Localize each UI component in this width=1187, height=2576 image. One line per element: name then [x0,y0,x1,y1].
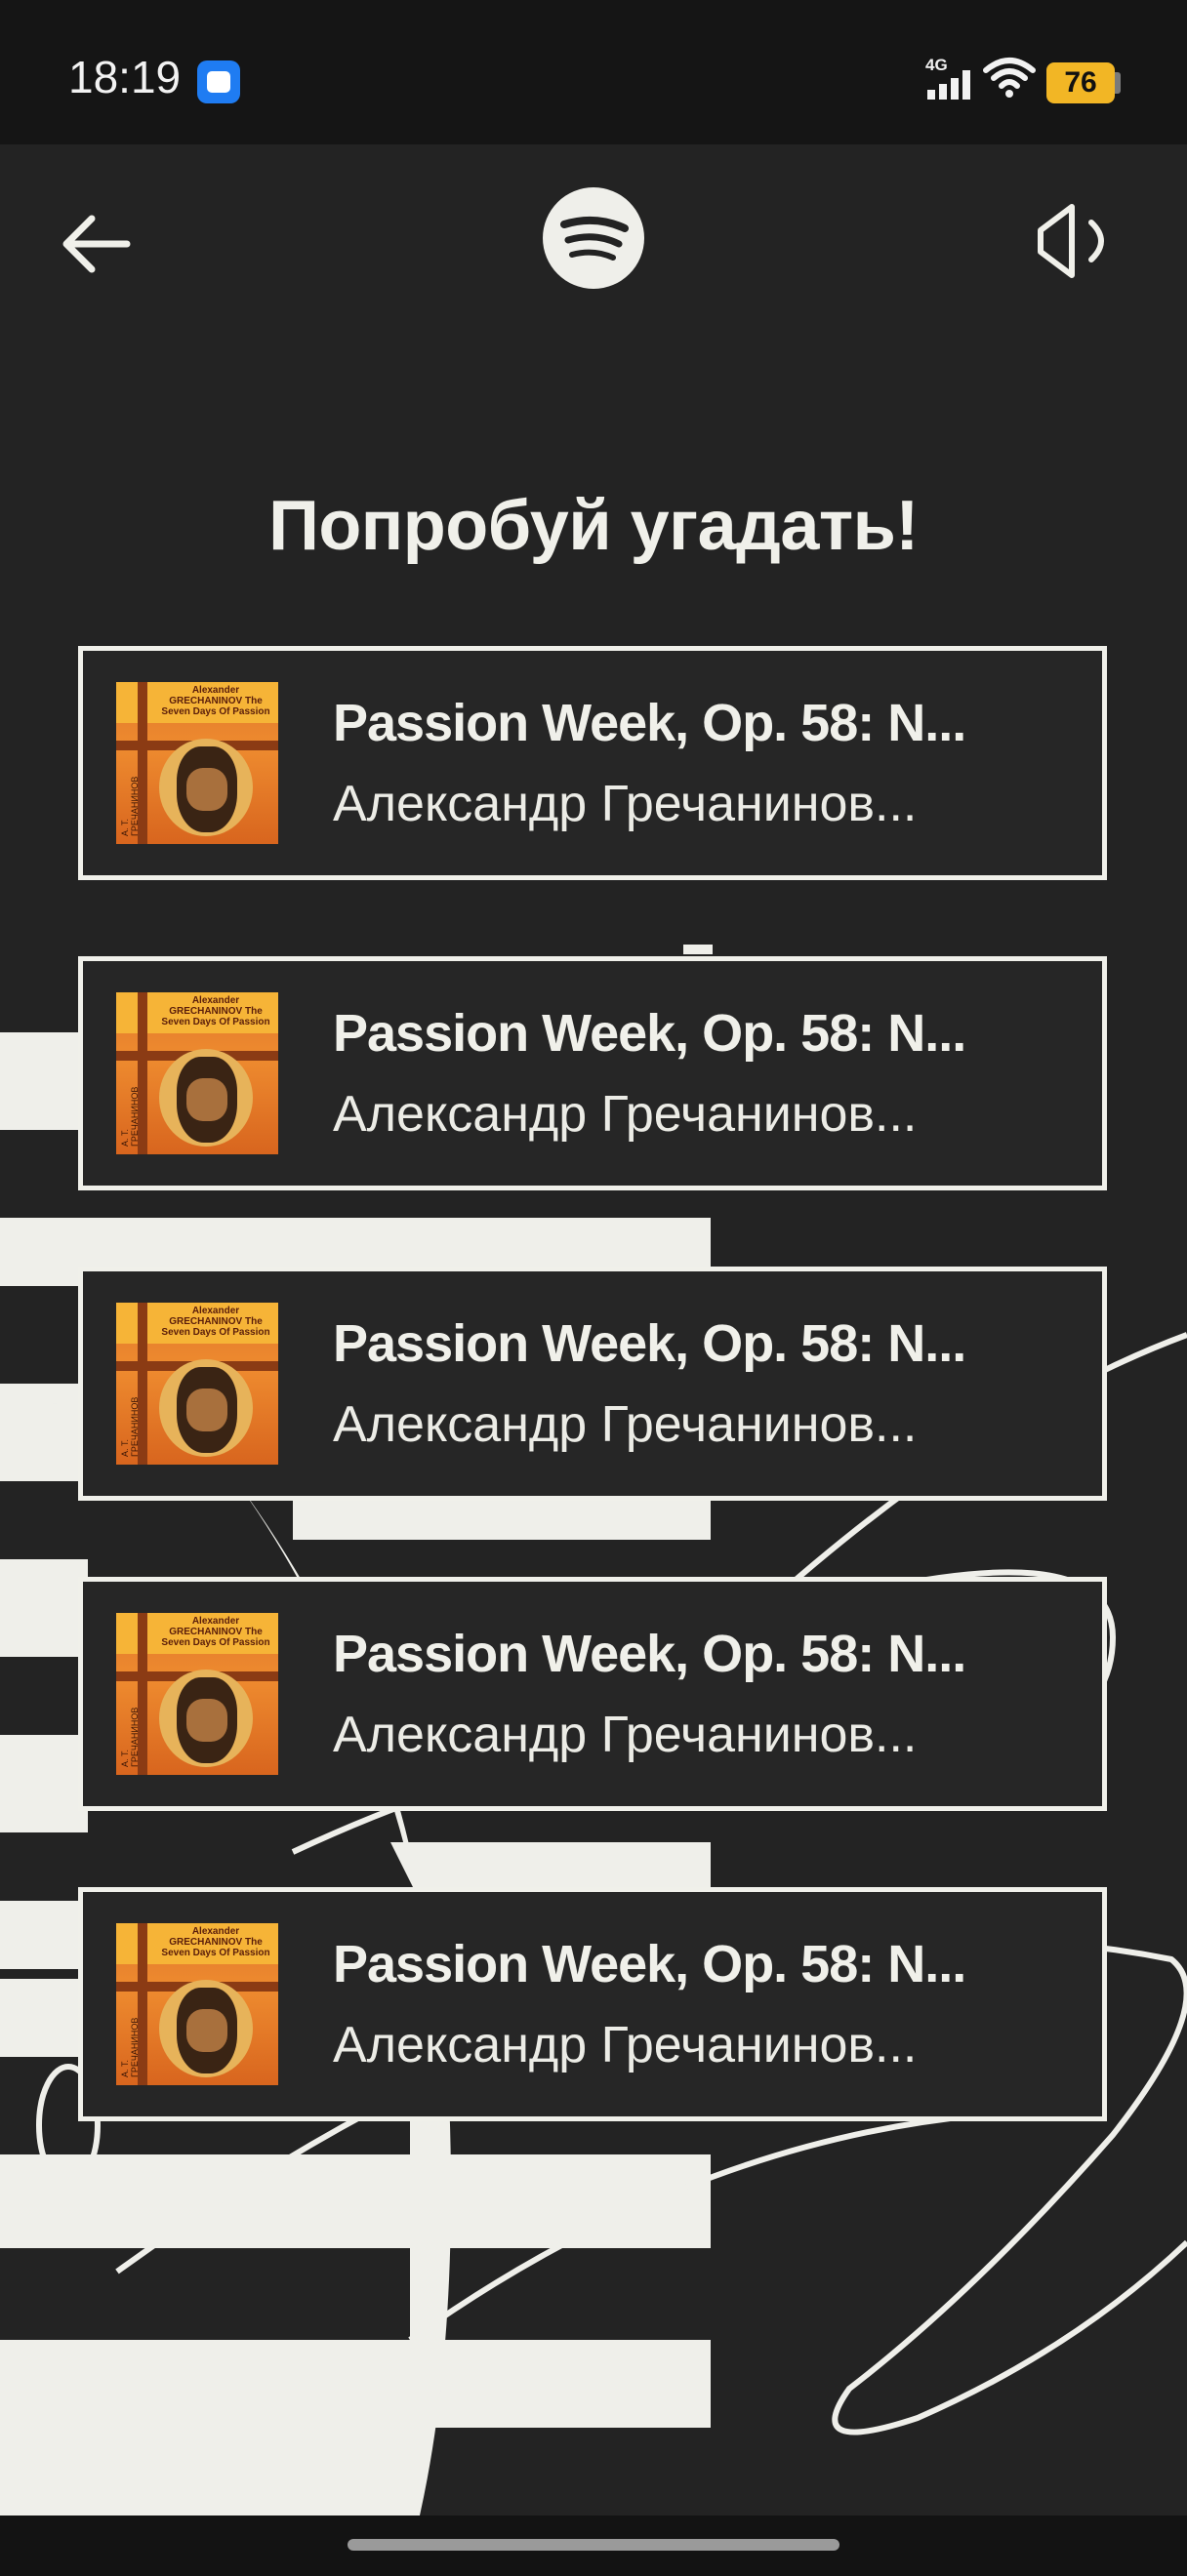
answer-option[interactable]: Alexander GRECHANINOV The Seven Days Of … [78,1577,1107,1811]
track-artist: Александр Гречанинов... [333,1086,918,1143]
track-artist: Александр Гречанинов... [333,1707,918,1763]
quiz-screen: Попробуй угадать! Alexander GRECHANINOV … [0,144,1187,2516]
track-title: Passion Week, Op. 58: N... [333,1935,966,1993]
track-title: Passion Week, Op. 58: N... [333,694,966,752]
answer-option[interactable]: Alexander GRECHANINOV The Seven Days Of … [78,646,1107,880]
track-artist: Александр Гречанинов... [333,776,918,832]
album-cover: Alexander GRECHANINOV The Seven Days Of … [116,992,278,1154]
track-title: Passion Week, Op. 58: N... [333,1004,966,1063]
speaker-icon[interactable] [1033,197,1121,285]
track-artist: Александр Гречанинов... [333,2017,918,2073]
messenger-app-icon [197,60,240,103]
track-title: Passion Week, Op. 58: N... [333,1625,966,1683]
status-time: 18:19 [68,52,182,102]
answer-option[interactable]: Alexander GRECHANINOV The Seven Days Of … [78,956,1107,1190]
quiz-title: Попробуй угадать! [268,487,919,565]
wifi-icon [983,58,1036,98]
system-navigation-bar [0,2516,1187,2576]
answer-option[interactable]: Alexander GRECHANINOV The Seven Days Of … [78,1887,1107,2121]
battery-cap [1115,72,1121,94]
album-cover: Alexander GRECHANINOV The Seven Days Of … [116,1303,278,1465]
home-indicator[interactable] [348,2539,839,2551]
spotify-logo-icon [543,187,644,289]
track-artist: Александр Гречанинов... [333,1396,918,1453]
battery-indicator: 76 [1046,62,1115,103]
arrow-left-icon[interactable] [59,205,137,283]
album-cover: Alexander GRECHANINOV The Seven Days Of … [116,1613,278,1775]
album-cover: Alexander GRECHANINOV The Seven Days Of … [116,682,278,844]
answer-option[interactable]: Alexander GRECHANINOV The Seven Days Of … [78,1267,1107,1501]
cellular-signal-icon: 4G [925,56,970,100]
album-cover: Alexander GRECHANINOV The Seven Days Of … [116,1923,278,2085]
track-title: Passion Week, Op. 58: N... [333,1314,966,1373]
status-bar: 18:19 4G 76 [0,0,1187,144]
network-type-label: 4G [925,56,948,74]
